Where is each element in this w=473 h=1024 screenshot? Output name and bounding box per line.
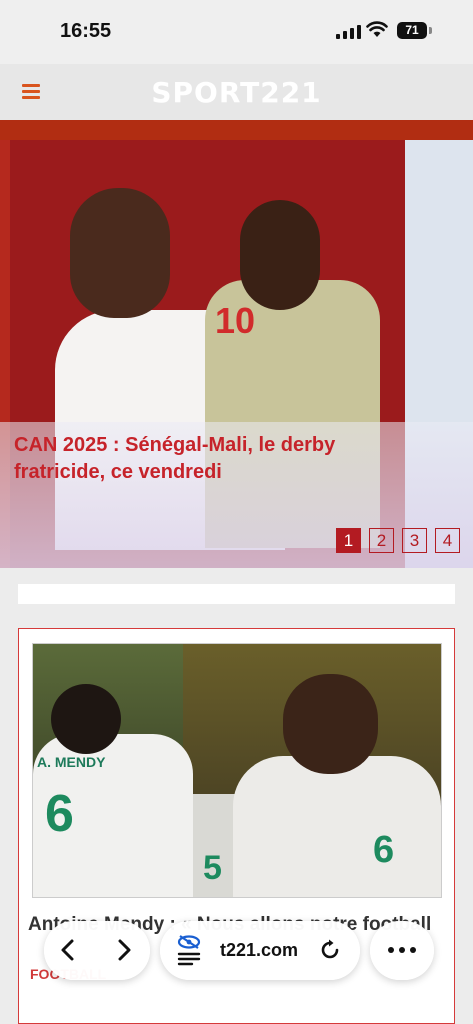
chevron-left-icon[interactable] xyxy=(54,936,82,964)
wifi-icon xyxy=(366,21,388,37)
shirt-number-2: 5 xyxy=(203,849,222,887)
url-text[interactable]: t221.com xyxy=(220,940,298,961)
status-time: 16:55 xyxy=(60,20,112,42)
article-image[interactable]: A. MENDY 6 5 6 xyxy=(33,644,441,897)
site-logo[interactable]: SPORT221 xyxy=(0,76,473,109)
shirt-number: 6 xyxy=(45,785,74,843)
page-button-3[interactable]: 3 xyxy=(402,528,427,553)
battery-tip xyxy=(429,27,432,34)
chevron-right-icon[interactable] xyxy=(110,936,138,964)
player-shirt-right xyxy=(233,756,441,897)
page-button-1[interactable]: 1 xyxy=(336,528,361,553)
shirt-number-3: 6 xyxy=(373,829,395,871)
hero-headline[interactable]: CAN 2025 : Sénégal-Mali, le derby fratri… xyxy=(14,432,374,486)
more-icon[interactable] xyxy=(388,947,416,953)
battery-icon: 71 xyxy=(397,22,427,39)
shirt-name: A. MENDY xyxy=(37,754,106,770)
hero-player-head xyxy=(70,188,170,318)
page-button-2[interactable]: 2 xyxy=(369,528,394,553)
hero-slider[interactable]: 10 CAN 2025 : Sénégal-Mali, le derby fra… xyxy=(0,120,473,568)
hero-player2-head xyxy=(240,200,320,310)
reader-mode-icon[interactable] xyxy=(176,934,202,966)
player-head-left xyxy=(51,684,121,754)
section-divider xyxy=(18,584,455,604)
reload-icon[interactable] xyxy=(318,938,342,962)
page-button-4[interactable]: 4 xyxy=(435,528,460,553)
hero-jersey-number: 10 xyxy=(215,300,256,341)
cellular-signal-icon xyxy=(336,24,361,39)
slider-pagination: 1 2 3 4 xyxy=(336,528,460,553)
player-head-right xyxy=(283,674,378,774)
hero-top-bar xyxy=(0,120,473,140)
